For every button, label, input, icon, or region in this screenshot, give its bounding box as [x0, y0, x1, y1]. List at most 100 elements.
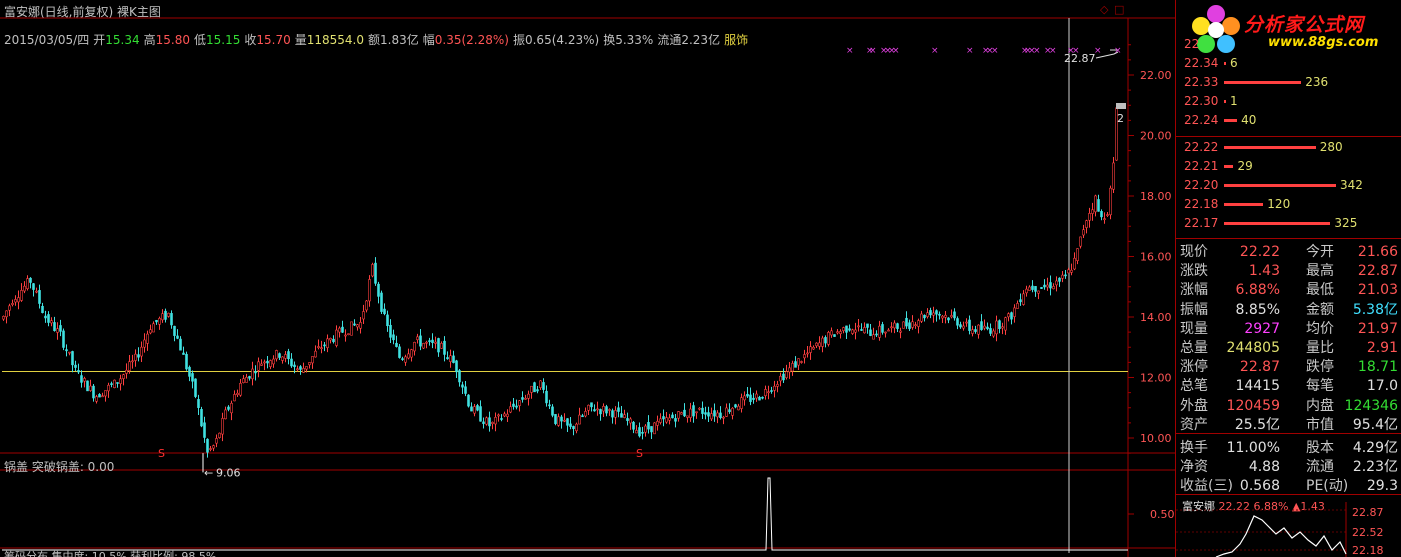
square-icon: □	[1114, 3, 1124, 16]
candle-body	[107, 384, 110, 392]
candle-body	[1028, 286, 1031, 291]
candle-body	[728, 409, 731, 413]
candle-body	[29, 277, 32, 283]
candle-body	[1016, 303, 1019, 309]
candle-body	[932, 312, 935, 316]
candle-body	[566, 418, 569, 426]
stat-label: 今开	[1306, 244, 1334, 260]
candle-body	[707, 412, 710, 417]
stat-value: 11.00%	[1226, 440, 1280, 456]
quote-panel: 分析家公式网 www.88gs.com 22 22.34 6 22.33 236 22.3…	[1176, 0, 1401, 557]
candle-body	[353, 323, 356, 326]
candle-body	[911, 321, 914, 328]
candle-body	[446, 357, 449, 360]
candle-body	[629, 418, 632, 424]
stat-label: 跌停	[1306, 359, 1334, 376]
candle-body	[284, 354, 287, 359]
candle-body	[611, 410, 614, 418]
low-marker-arrow: ←	[204, 466, 213, 479]
candle-body	[512, 403, 515, 407]
candle-body	[533, 382, 536, 393]
candle-body	[128, 361, 131, 371]
bids-volume: 342	[1340, 178, 1363, 192]
candle-body	[527, 393, 530, 399]
stat-label: 换手	[1180, 440, 1208, 456]
candle-body	[38, 290, 41, 304]
candle-body	[146, 333, 149, 344]
info-vol-label: 量	[294, 33, 307, 47]
candle-body	[1031, 285, 1034, 290]
asks-price: 22	[1184, 37, 1200, 51]
candle-body	[905, 317, 908, 327]
info-close-label: 收	[244, 33, 257, 47]
candle-body	[176, 335, 179, 339]
candle-body	[740, 397, 743, 409]
stat-value: 18.71	[1357, 359, 1398, 376]
logo-text: 分析家公式网	[1244, 14, 1365, 36]
asks-volume: 6	[1230, 56, 1238, 70]
candle-body	[944, 314, 947, 318]
candle-body	[281, 356, 284, 361]
stat-label: 市值	[1306, 416, 1334, 433]
candle-body	[314, 350, 317, 358]
stat-row: 总量 244805 量比 2.91	[1180, 339, 1398, 358]
bids-volume: 120	[1267, 197, 1291, 211]
stat-value: 21.03	[1357, 282, 1398, 299]
candle-body	[719, 412, 722, 418]
asks-price: 22.33	[1184, 75, 1219, 89]
signal-marker-icon: ×	[1114, 46, 1122, 56]
candle-body	[686, 415, 689, 418]
candle-body	[716, 412, 719, 418]
candle-body	[425, 341, 428, 344]
candle-body	[191, 373, 194, 382]
candle-body	[1079, 236, 1082, 247]
candle-body	[374, 262, 377, 284]
candle-body	[725, 407, 728, 417]
stat-value: 4.29亿	[1352, 440, 1398, 456]
candle-body	[677, 411, 680, 419]
candle-body	[416, 336, 419, 341]
candlestick-chart[interactable]: 22.00 20.00 18.00 16.00 14.00 12.00 10.00 ← 9.06…	[0, 0, 1176, 557]
candle-body	[251, 368, 254, 380]
signal-marker-icon: ×	[892, 46, 900, 56]
candle-body	[1055, 280, 1058, 286]
candle-body	[596, 408, 599, 411]
candle-body	[974, 329, 977, 332]
stat-label: 净资	[1180, 459, 1208, 476]
candle-body	[491, 421, 494, 424]
info-turnover-label: 换	[603, 33, 616, 47]
candle-body	[329, 338, 332, 341]
signal-marker-icon: ×	[966, 46, 974, 56]
info-vol: 118554.0	[306, 33, 364, 47]
candle-body	[785, 371, 788, 378]
candle-body	[755, 393, 758, 399]
asks-price: 22.34	[1184, 56, 1219, 70]
asks-price: 22.30	[1184, 94, 1219, 108]
candle-body	[47, 314, 50, 323]
candle-body	[53, 322, 56, 331]
candle-body	[56, 328, 59, 333]
signal-marker-icon: ×	[1033, 46, 1041, 56]
candle-body	[464, 386, 467, 394]
candle-body	[239, 383, 242, 396]
signal-marker-icon: ×	[1094, 46, 1102, 56]
candle-body	[923, 314, 926, 319]
candle-body	[1094, 195, 1097, 213]
info-float: 2.23亿	[681, 33, 721, 47]
candle-body	[1103, 218, 1106, 220]
candle-body	[113, 379, 116, 388]
candle-body	[101, 395, 104, 398]
main-chart-area[interactable]: 22.00 20.00 18.00 16.00 14.00 12.00 10.00 ← 9.06…	[0, 0, 1176, 557]
candle-body	[230, 402, 233, 414]
stat-row: 资产 25.5亿 市值 95.4亿	[1180, 416, 1398, 435]
candle-body	[806, 352, 809, 355]
candle-body	[386, 314, 389, 327]
low-marker-label: 9.06	[216, 466, 241, 479]
candle-body	[1058, 277, 1061, 282]
candle-body	[821, 337, 824, 347]
candle-body	[17, 297, 20, 303]
stat-label: 最高	[1306, 263, 1334, 280]
bids-volume-bar	[1224, 165, 1234, 168]
candle-body	[548, 404, 551, 407]
candle-body	[662, 416, 665, 420]
